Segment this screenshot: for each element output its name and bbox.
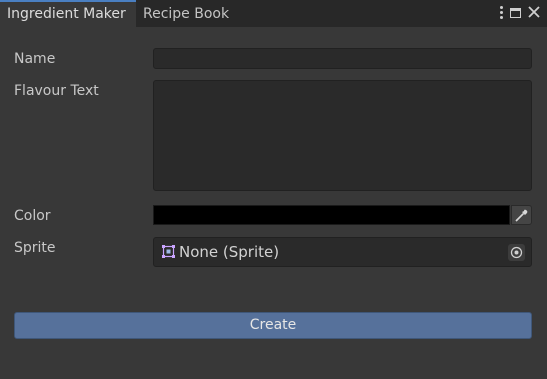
object-picker-button[interactable]: [508, 244, 525, 261]
close-icon[interactable]: [528, 3, 540, 23]
sprite-label: Sprite: [14, 240, 56, 256]
name-field[interactable]: [153, 48, 532, 69]
create-button[interactable]: Create: [14, 312, 532, 339]
tab-recipe-book[interactable]: Recipe Book: [143, 0, 229, 27]
sprite-value: None (Sprite): [179, 243, 280, 261]
window-controls: [499, 3, 540, 23]
flavour-text-label: Flavour Text: [14, 83, 99, 99]
target-icon: [510, 246, 523, 259]
flavour-text-field[interactable]: [153, 80, 532, 191]
name-label: Name: [14, 51, 56, 67]
color-field[interactable]: [153, 205, 510, 225]
tab-bar: Ingredient Maker Recipe Book: [0, 0, 547, 27]
kebab-menu-icon[interactable]: [499, 6, 503, 20]
maximize-icon[interactable]: [510, 8, 521, 18]
tab-ingredient-maker[interactable]: Ingredient Maker: [0, 0, 136, 27]
color-label: Color: [14, 208, 51, 224]
sprite-field[interactable]: None (Sprite): [153, 237, 532, 267]
eyedropper-icon: [515, 209, 528, 222]
eyedropper-button[interactable]: [511, 205, 532, 225]
sprite-icon: [162, 245, 175, 258]
